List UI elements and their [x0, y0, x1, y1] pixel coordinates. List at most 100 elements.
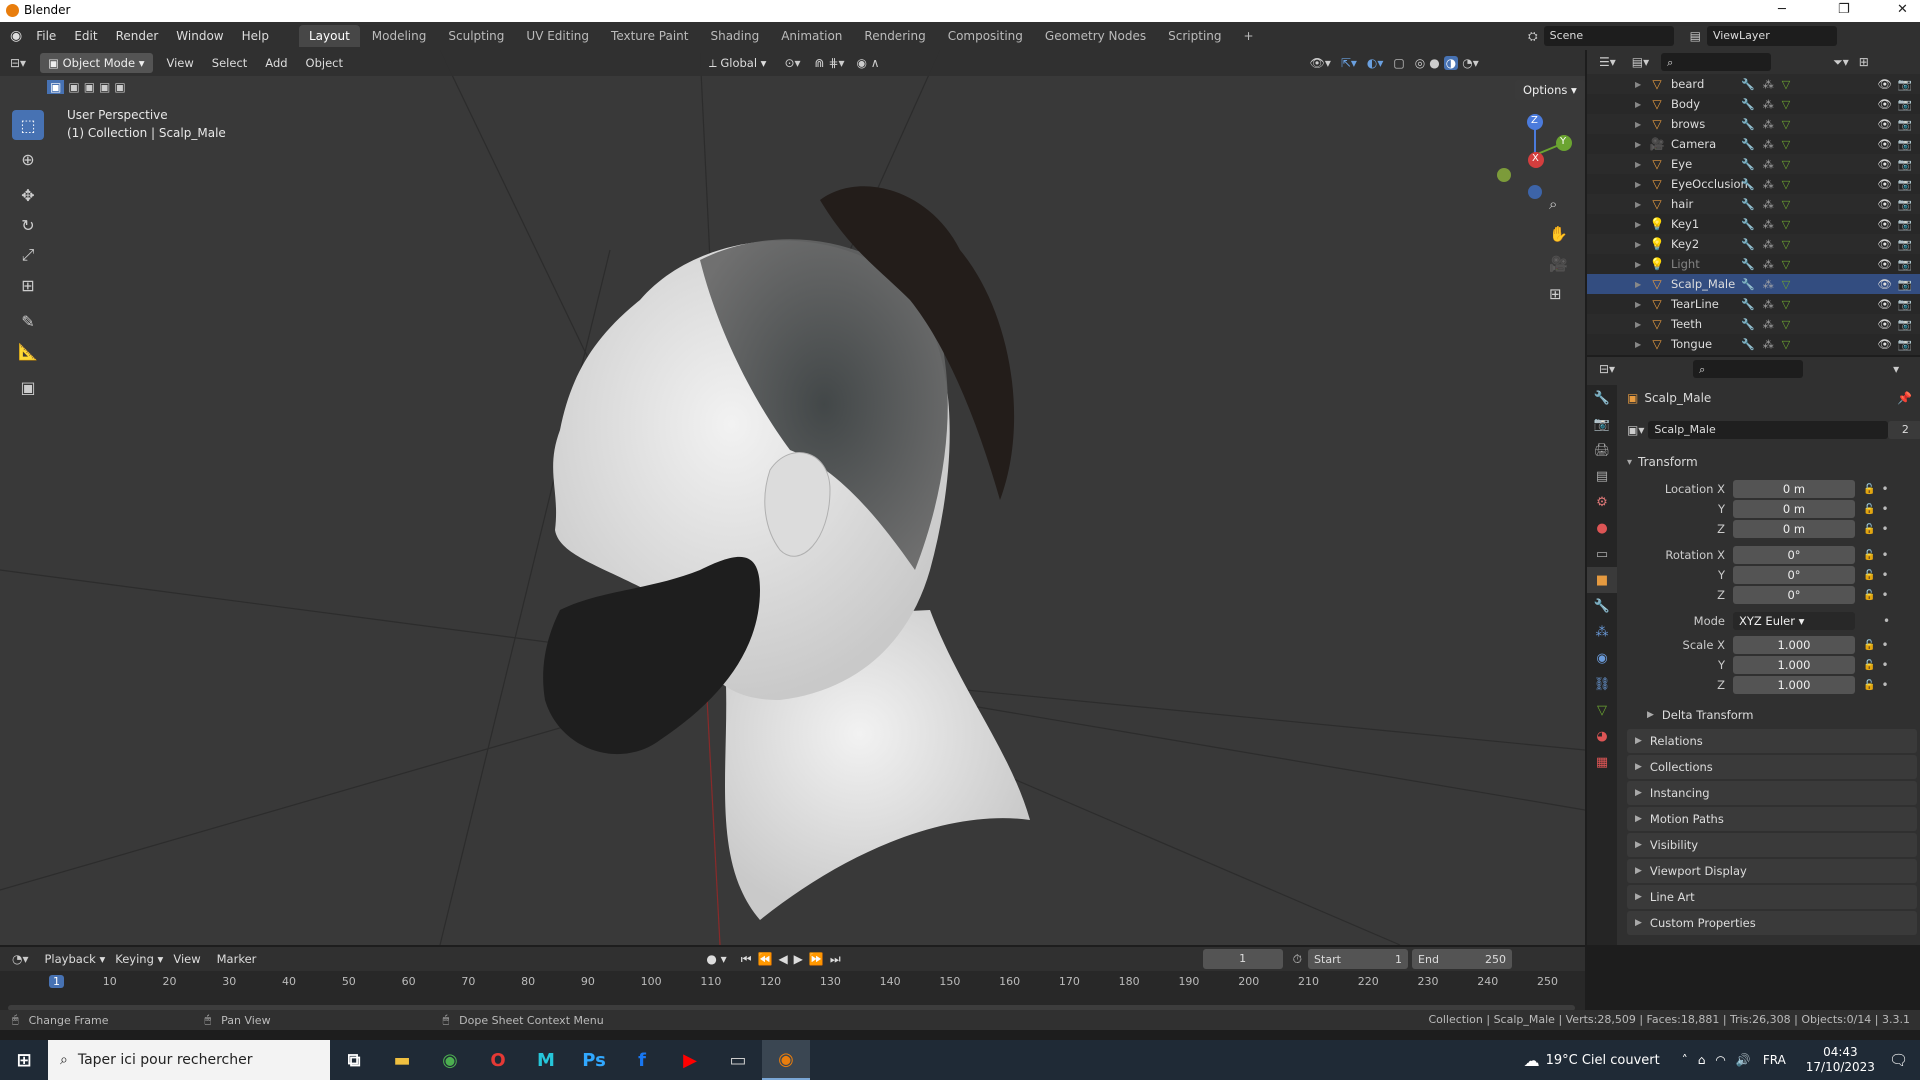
- expand-arrow-icon[interactable]: ▶: [1635, 220, 1645, 229]
- overlay-toggle-icon[interactable]: ◐▾: [1367, 56, 1384, 70]
- outliner-editor-icon[interactable]: ☰▾: [1599, 55, 1616, 69]
- keyframe-dot-icon[interactable]: •: [1881, 548, 1888, 562]
- view-layer-tab-icon[interactable]: ▤: [1587, 463, 1617, 489]
- view-layer-selector[interactable]: ViewLayer: [1706, 26, 1837, 46]
- tab-scripting[interactable]: Scripting: [1158, 25, 1231, 47]
- modifier-icon[interactable]: 🔧: [1741, 118, 1755, 131]
- ortho-grid-icon[interactable]: ⊞: [1549, 285, 1562, 303]
- transform-tool-icon[interactable]: ⊞: [12, 270, 44, 300]
- menu-window[interactable]: Window: [176, 29, 223, 43]
- eye-icon[interactable]: 👁: [1877, 137, 1892, 151]
- minimize-button[interactable]: ─: [1778, 2, 1786, 17]
- particle-icon[interactable]: ⁂: [1763, 298, 1774, 311]
- modifier-icon[interactable]: 🔧: [1741, 278, 1755, 291]
- end-frame-field[interactable]: End 250: [1412, 949, 1513, 969]
- render-camera-icon[interactable]: 📷: [1898, 337, 1912, 351]
- render-camera-icon[interactable]: 📷: [1898, 177, 1912, 191]
- select-subtract-icon[interactable]: ▣: [84, 80, 95, 94]
- taskbar-search-box[interactable]: ⌕ Taper ici pour rechercher: [48, 1040, 330, 1080]
- restore-button[interactable]: ❐: [1838, 2, 1850, 17]
- panel-collections[interactable]: ▶ Collections: [1627, 755, 1917, 779]
- properties-editor-icon[interactable]: ⊟▾: [1599, 362, 1615, 376]
- app-window-icon[interactable]: ▭: [714, 1040, 762, 1080]
- modifier-icon[interactable]: 🔧: [1741, 198, 1755, 211]
- tab-compositing[interactable]: Compositing: [938, 25, 1033, 47]
- pin-icon[interactable]: 📌: [1897, 391, 1912, 405]
- mesh-data-icon[interactable]: ▽: [1782, 338, 1790, 351]
- outliner-item[interactable]: ▶ 🎥 Camera 🔧 ⁂ ▽ 👁 📷: [1587, 134, 1920, 154]
- panel-custom-properties[interactable]: ▶ Custom Properties: [1627, 911, 1917, 935]
- eye-icon[interactable]: 👁: [1877, 317, 1892, 331]
- opera-icon[interactable]: O: [474, 1040, 522, 1080]
- keyframe-dot-icon[interactable]: •: [1881, 522, 1888, 536]
- modifier-icon[interactable]: 🔧: [1741, 318, 1755, 331]
- eye-icon[interactable]: 👁: [1877, 337, 1892, 351]
- tab-shading[interactable]: Shading: [700, 25, 769, 47]
- current-frame-field[interactable]: 1: [1202, 949, 1283, 969]
- location-x-field[interactable]: 0 m: [1733, 480, 1855, 498]
- menu-render[interactable]: Render: [116, 29, 159, 43]
- expand-arrow-icon[interactable]: ▶: [1635, 320, 1645, 329]
- expand-arrow-icon[interactable]: ▶: [1635, 140, 1645, 149]
- youtube-icon[interactable]: ▶: [666, 1040, 714, 1080]
- lock-icon[interactable]: 🔓: [1863, 680, 1875, 691]
- add-workspace-button[interactable]: +: [1234, 25, 1264, 47]
- gizmo-toggle-icon[interactable]: ⇱▾: [1341, 56, 1357, 70]
- shading-material-icon[interactable]: ◑: [1443, 56, 1459, 70]
- frame-ruler[interactable]: 1 10 20 30 40 50 60 70 80 90 100 110 120 130 140 150 160…: [0, 973, 1585, 993]
- expand-arrow-icon[interactable]: ▶: [1635, 280, 1645, 289]
- mesh-data-icon[interactable]: ▽: [1782, 138, 1790, 151]
- panel-motion-paths[interactable]: ▶ Motion Paths: [1627, 807, 1917, 831]
- scale-x-field[interactable]: 1.000: [1733, 636, 1855, 654]
- outliner-item[interactable]: ▶ ▽ Teeth 🔧 ⁂ ▽ 👁 📷: [1587, 314, 1920, 334]
- render-tab-icon[interactable]: 📷: [1587, 411, 1617, 437]
- keyframe-dot-icon[interactable]: •: [1881, 658, 1888, 672]
- snap-icon[interactable]: ⋒ ⋕▾: [815, 56, 845, 70]
- select-invert-icon[interactable]: ▣: [99, 80, 110, 94]
- render-camera-icon[interactable]: 📷: [1898, 297, 1912, 311]
- close-button[interactable]: ✕: [1897, 2, 1908, 17]
- expand-arrow-icon[interactable]: ▶: [1635, 120, 1645, 129]
- mesh-data-icon[interactable]: ▽: [1782, 98, 1790, 111]
- notifications-icon[interactable]: 🗨: [1889, 1051, 1908, 1069]
- rotation-z-field[interactable]: 0°: [1733, 586, 1855, 604]
- expand-arrow-icon[interactable]: ▶: [1635, 200, 1645, 209]
- outliner-item[interactable]: ▶ ▽ Body 🔧 ⁂ ▽ 👁 📷: [1587, 94, 1920, 114]
- blender-taskbar-icon[interactable]: ◉: [762, 1040, 810, 1080]
- render-camera-icon[interactable]: 📷: [1898, 137, 1912, 151]
- file-explorer-icon[interactable]: ▬: [378, 1040, 426, 1080]
- mesh-data-icon[interactable]: ▽: [1782, 198, 1790, 211]
- shading-wireframe-icon[interactable]: ◎: [1415, 56, 1425, 70]
- tool-tab-icon[interactable]: 🔧: [1587, 385, 1617, 411]
- modifier-icon[interactable]: 🔧: [1741, 258, 1755, 271]
- move-tool-icon[interactable]: ✥: [12, 180, 44, 210]
- expand-arrow-icon[interactable]: ▶: [1635, 260, 1645, 269]
- particle-icon[interactable]: ⁂: [1763, 278, 1774, 291]
- expand-arrow-icon[interactable]: ▶: [1635, 160, 1645, 169]
- keyframe-dot-icon[interactable]: •: [1881, 482, 1888, 496]
- menu-object[interactable]: Object: [306, 56, 343, 70]
- keyframe-dot-icon[interactable]: •: [1881, 638, 1888, 652]
- eye-icon[interactable]: 👁: [1877, 97, 1892, 111]
- eye-icon[interactable]: 👁: [1877, 177, 1892, 191]
- keyframe-dot-icon[interactable]: •: [1881, 678, 1888, 692]
- outliner-item[interactable]: ▶ ▽ beard 🔧 ⁂ ▽ 👁 📷: [1587, 74, 1920, 94]
- render-camera-icon[interactable]: 📷: [1898, 277, 1912, 291]
- blender-menu-icon[interactable]: ◉: [10, 28, 22, 44]
- visibility-icon[interactable]: 👁▾: [1310, 56, 1331, 70]
- expand-arrow-icon[interactable]: ▶: [1635, 340, 1645, 349]
- rotation-mode-dropdown[interactable]: XYZ Euler ▾: [1733, 612, 1855, 630]
- outliner-item[interactable]: ▶ 💡 Light 🔧 ⁂ ▽ 👁 📷: [1587, 254, 1920, 274]
- select-extend-icon[interactable]: ▣: [68, 80, 79, 94]
- particle-icon[interactable]: ⁂: [1763, 78, 1774, 91]
- eye-icon[interactable]: 👁: [1877, 237, 1892, 251]
- lock-icon[interactable]: 🔓: [1863, 504, 1875, 515]
- transform-header[interactable]: ▾ Transform: [1627, 451, 1917, 473]
- panel-delta-transform[interactable]: ▶ Delta Transform: [1627, 703, 1917, 727]
- particle-icon[interactable]: ⁂: [1763, 338, 1774, 351]
- volume-icon[interactable]: 🔊: [1736, 1053, 1751, 1067]
- rotation-x-field[interactable]: 0°: [1733, 546, 1855, 564]
- particle-icon[interactable]: ⁂: [1763, 258, 1774, 271]
- outliner-item[interactable]: ▶ ▽ Tongue 🔧 ⁂ ▽ 👁 📷: [1587, 334, 1920, 354]
- panel-viewport-display[interactable]: ▶ Viewport Display: [1627, 859, 1917, 883]
